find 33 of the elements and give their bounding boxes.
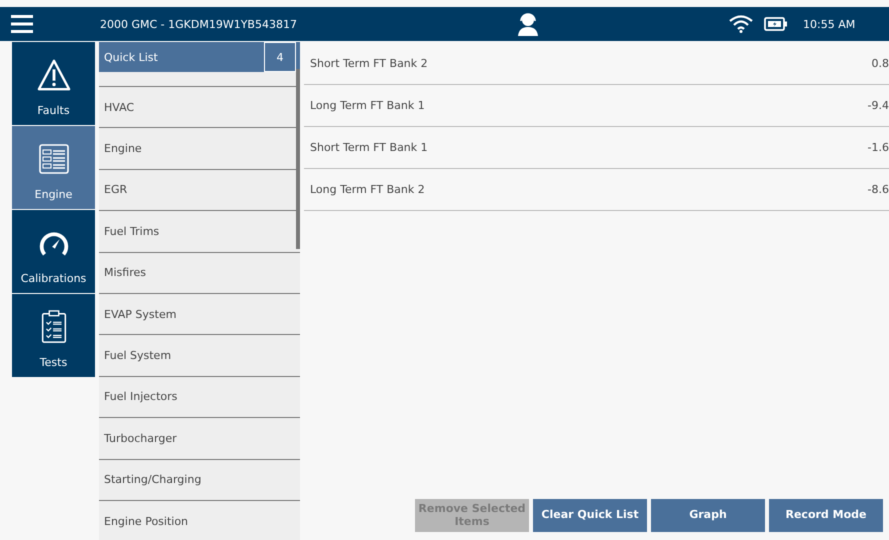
category-item[interactable]: Fuel System (99, 334, 300, 376)
battery-icon (764, 17, 788, 31)
category-item[interactable]: Turbocharger (99, 417, 300, 459)
support-agent-icon[interactable] (517, 12, 539, 36)
quick-list-count: 4 (264, 42, 296, 72)
parameter-value: 0.8 (872, 57, 889, 70)
parameter-name: Long Term FT Bank 2 (310, 183, 425, 196)
parameter-name: Short Term FT Bank 2 (310, 57, 428, 70)
category-item[interactable]: Engine Position (99, 500, 300, 540)
action-button[interactable]: Record Mode (769, 499, 883, 532)
category-item[interactable]: EVAP System (99, 292, 300, 334)
category-item[interactable]: Fuel Injectors (99, 376, 300, 418)
parameter-value: -8.6 (868, 183, 889, 196)
category-item[interactable]: Starting/Charging (99, 458, 300, 500)
menu-icon[interactable] (11, 15, 33, 33)
parameter-value: -9.4 (868, 99, 889, 112)
nav-tab[interactable]: Faults (12, 42, 95, 125)
action-button[interactable]: Graph (651, 499, 765, 532)
vehicle-title: 2000 GMC - 1GKDM19W1YB543817 (100, 18, 298, 30)
category-item[interactable]: Misfires (99, 252, 300, 293)
warning-icon (36, 58, 70, 92)
parameter-name: Long Term FT Bank 1 (310, 99, 425, 112)
clock-time: 10:55 AM (803, 18, 856, 30)
parameter-name: Short Term FT Bank 1 (310, 141, 428, 154)
quick-list-tab[interactable]: Quick List 4 (99, 42, 300, 72)
wifi-icon (729, 15, 753, 33)
nav-tab[interactable]: Calibrations (12, 210, 95, 293)
nav-tab[interactable]: Tests (12, 294, 95, 377)
scrollbar[interactable] (296, 69, 300, 249)
nav-tab[interactable]: Engine (12, 126, 95, 209)
parameter-value: -1.6 (868, 141, 889, 154)
action-button[interactable]: Clear Quick List (533, 499, 647, 532)
module-icon (36, 142, 70, 176)
